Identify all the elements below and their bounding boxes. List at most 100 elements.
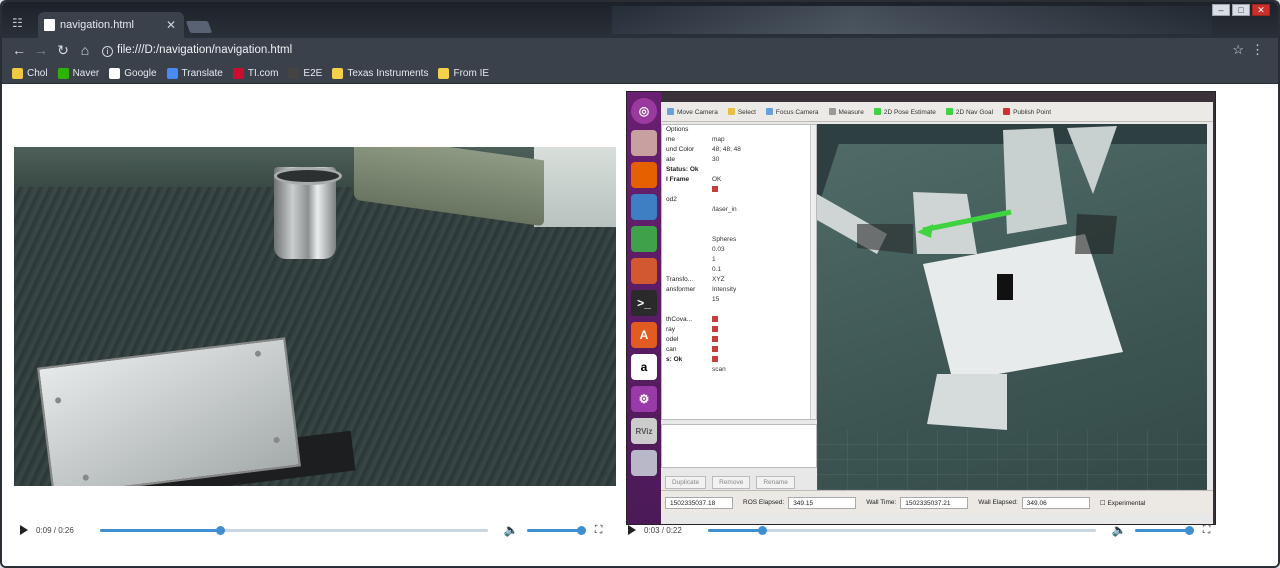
display-row[interactable]: od2 [662,195,816,205]
rename-button[interactable]: Rename [756,476,795,489]
reload-icon[interactable]: ↻ [54,42,72,59]
volume-slider[interactable] [1134,525,1194,535]
video-time: 0:09 / 0:26 [36,525,74,535]
display-row[interactable]: 15 [662,295,816,305]
checkbox[interactable] [712,316,718,322]
display-row[interactable]: ate 30 [662,155,816,165]
display-value: OK [712,176,722,183]
checkbox[interactable] [712,336,718,342]
display-row[interactable]: odel [662,335,816,345]
display-row[interactable]: Status: Ok [662,165,816,175]
display-row[interactable]: 0.1 [662,265,816,275]
display-row[interactable]: me map [662,135,816,145]
new-tab-button[interactable] [185,21,213,33]
display-row[interactable] [662,225,816,235]
tool-focus-camera[interactable]: Focus Camera [765,107,819,116]
display-row[interactable]: scan [662,365,816,375]
url-field[interactable]: i file:///D:/navigation/navigation.html [102,44,292,57]
display-row[interactable]: 0.03 [662,245,816,255]
duplicate-button[interactable]: Duplicate [665,476,707,489]
rviz-window: Move Camera Select Focus Camera Measure 2D P… [661,102,1213,524]
tool-2d-pose-estimate[interactable]: 2D Pose Estimate [873,107,936,116]
display-row[interactable] [662,215,816,225]
play-icon[interactable] [20,525,28,535]
address-bar: ← → ↻ ⌂ i file:///D:/navigation/navigatio… [2,38,1278,64]
fullscreen-icon[interactable]: ⛶ [595,524,603,537]
bookmark-chol[interactable]: Chol [12,68,48,79]
3d-map-view[interactable] [817,124,1207,490]
display-row[interactable]: can [662,345,816,355]
bookmark-e2e[interactable]: E2E [288,68,322,79]
close-window-icon[interactable]: ✕ [1252,4,1270,16]
bookmark-icon [12,68,23,79]
bookmark-ti-com[interactable]: TI.com [232,68,278,79]
bookmark-translate[interactable]: Translate [166,68,223,79]
description-panel [661,424,817,468]
tab-navigation[interactable]: navigation.html ✕ [38,12,184,38]
tool-icon [765,107,773,115]
display-row[interactable]: und Color 48; 48; 48 [662,145,816,155]
rviz-video[interactable]: ◎ >_ A a ⚙ RViz Move Camera Select Focus C… [626,91,1216,525]
tool-select[interactable]: Select [727,107,756,116]
display-row[interactable]: 1 [662,255,816,265]
ros-elapsed-label: ROS Elapsed: [743,499,785,506]
scrollbar[interactable] [810,125,816,419]
home-icon[interactable]: ⌂ [76,42,94,58]
play-icon[interactable] [628,525,636,535]
scan-wedge [927,374,1007,430]
display-row[interactable]: Options [662,125,816,135]
display-row[interactable]: ray [662,325,816,335]
bookmark-texas-instruments[interactable]: Texas Instruments [332,68,428,79]
experimental-checkbox[interactable]: ☐ Experimental [1100,499,1146,507]
forward-icon[interactable]: → [32,42,50,58]
writer-icon [631,194,657,220]
bookmark-naver[interactable]: Naver [57,68,99,79]
volume-icon[interactable]: 🔈 [504,523,519,537]
display-row[interactable]: /laser_in [662,205,816,215]
display-label: Transfo... [666,276,694,283]
display-label: od2 [666,196,677,203]
bookmark-star-icon[interactable]: ☆ [1232,42,1244,58]
ros-elapsed-field: 349.15 [788,496,857,509]
bookmark-from-ie[interactable]: From IE [438,68,489,79]
fullscreen-icon[interactable]: ⛶ [1203,524,1211,537]
remove-button[interactable]: Remove [712,476,751,489]
tool-icon [873,107,881,115]
seek-bar[interactable] [99,525,488,535]
tool-publish-point[interactable]: Publish Point [1003,107,1052,116]
browser-menu-icon[interactable]: ⋮ [1251,42,1264,58]
info-icon[interactable]: i [102,46,113,57]
volume-icon[interactable]: 🔈 [1112,523,1127,537]
display-label: thCova... [666,316,693,323]
seek-bar[interactable] [707,525,1096,535]
bookmark-label: Texas Instruments [347,68,429,79]
checkbox[interactable] [712,326,718,332]
camera-video[interactable] [14,147,616,486]
checkbox[interactable] [712,356,718,362]
wall-corner [534,147,616,227]
display-row[interactable] [662,305,816,315]
window-menu-icon[interactable]: ☷ [12,16,23,30]
tool-move-camera[interactable]: Move Camera [667,107,718,116]
tool-label: Publish Point [1013,108,1052,116]
back-icon[interactable]: ← [10,42,28,58]
video-time: 0:03 / 0:22 [644,525,682,535]
volume-slider[interactable] [526,525,586,535]
tool-measure[interactable]: Measure [828,107,864,116]
bookmark-google[interactable]: Google [109,68,157,79]
tool-2d-nav-goal[interactable]: 2D Nav Goal [945,107,993,116]
checkbox[interactable] [712,186,718,192]
display-row[interactable]: s: Ok [662,355,816,365]
maximize-icon[interactable]: □ [1232,4,1250,16]
display-row[interactable]: l Frame OK [662,175,816,185]
tool-icon [828,107,836,115]
display-row[interactable] [662,185,816,195]
display-row[interactable]: thCova... [662,315,816,325]
display-row[interactable]: ansformer Intensity [662,285,816,295]
close-tab-icon[interactable]: ✕ [166,12,176,38]
display-row[interactable]: Spheres [662,235,816,245]
display-row[interactable]: Transfo... XYZ [662,275,816,285]
display-value: 0.1 [712,266,722,273]
minimize-icon[interactable]: – [1212,4,1230,16]
checkbox[interactable] [712,346,718,352]
